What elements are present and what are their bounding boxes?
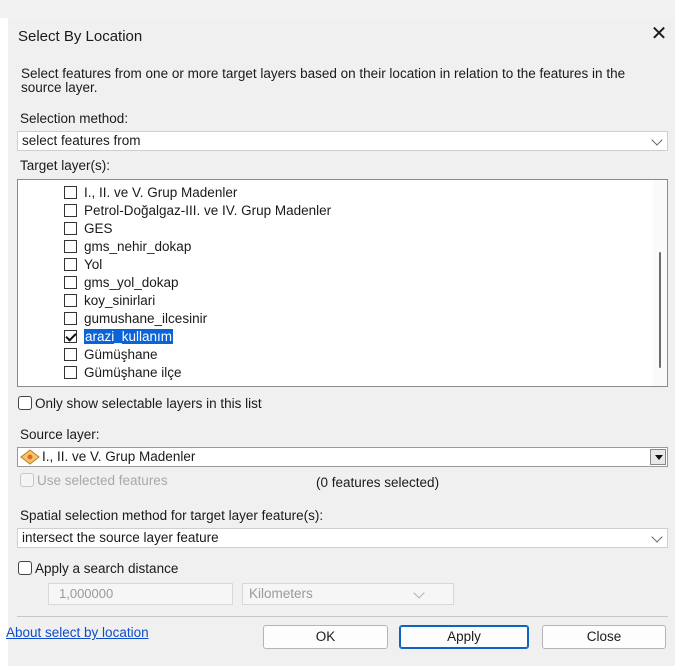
selected-count-text: (0 features selected) — [316, 475, 440, 490]
use-selected-option: Use selected features — [20, 473, 168, 488]
source-layer-value: I., II. ve V. Grup Madenler — [42, 449, 196, 464]
selection-method-value: select features from — [22, 133, 141, 148]
only-selectable-option[interactable]: Only show selectable layers in this list — [18, 396, 262, 411]
distance-unit-value: Kilometers — [249, 586, 313, 601]
chevron-down-icon — [413, 587, 425, 599]
selection-method-dropdown[interactable]: select features from — [17, 131, 668, 151]
dropdown-arrow-icon[interactable] — [650, 449, 666, 465]
layer-name: koy_sinirlari — [84, 293, 156, 308]
layer-name: arazi_kullanım — [82, 328, 175, 345]
checkbox[interactable] — [64, 240, 77, 253]
list-item[interactable]: gms_yol_dokap — [64, 274, 179, 292]
checkbox[interactable] — [64, 294, 77, 307]
ok-button[interactable]: OK — [263, 625, 388, 649]
only-selectable-label: Only show selectable layers in this list — [35, 396, 262, 411]
list-item[interactable]: gumushane_ilcesinir — [64, 310, 207, 328]
about-link[interactable]: About select by location — [6, 625, 149, 640]
search-distance-input[interactable]: 1,000000 — [48, 583, 233, 605]
checkbox[interactable] — [64, 348, 77, 361]
layer-name: I., II. ve V. Grup Madenler — [84, 185, 238, 200]
spatial-method-value: intersect the source layer feature — [22, 530, 219, 545]
list-item[interactable]: koy_sinirlari — [64, 292, 155, 310]
layer-name: Petrol-Doğalgaz-III. ve IV. Grup Madenle… — [84, 203, 332, 218]
only-selectable-checkbox[interactable] — [18, 396, 32, 410]
list-item[interactable]: Gümüşhane ilçe — [64, 364, 182, 382]
layer-name: Gümüşhane ilçe — [84, 365, 182, 380]
list-item[interactable]: Yol — [64, 256, 102, 274]
dialog-description: Select features from one or more target … — [21, 66, 626, 95]
layer-name: gms_nehir_dokap — [84, 239, 192, 254]
checkbox[interactable] — [64, 312, 77, 325]
search-distance-checkbox[interactable] — [18, 561, 32, 575]
source-layer-label: Source layer: — [20, 427, 100, 442]
distance-unit-dropdown[interactable]: Kilometers — [242, 583, 454, 605]
window-top-strip — [0, 0, 675, 18]
checkbox[interactable] — [64, 276, 77, 289]
checkbox[interactable] — [64, 204, 77, 217]
select-by-location-dialog: Select By Location ✕ Select features fro… — [6, 18, 675, 666]
layer-name: Gümüşhane — [84, 347, 158, 362]
close-button[interactable]: Close — [542, 625, 666, 649]
checkbox[interactable] — [64, 258, 77, 271]
list-scrollbar[interactable] — [653, 180, 667, 386]
layer-name: gms_yol_dokap — [84, 275, 179, 290]
footer-separator — [17, 616, 668, 617]
chevron-down-icon — [651, 531, 663, 543]
list-item[interactable]: GES — [64, 220, 113, 238]
list-item[interactable]: Petrol-Doğalgaz-III. ve IV. Grup Madenle… — [64, 202, 331, 220]
selection-method-label: Selection method: — [20, 111, 129, 126]
dialog-title: Select By Location — [18, 28, 143, 45]
checkbox[interactable] — [64, 222, 77, 235]
checkbox-checked[interactable] — [64, 330, 77, 343]
chevron-down-icon — [651, 134, 663, 146]
source-layer-dropdown[interactable]: I., II. ve V. Grup Madenler — [17, 447, 668, 467]
target-layers-label: Target layer(s): — [20, 158, 111, 173]
checkbox[interactable] — [64, 186, 77, 199]
list-item[interactable]: gms_nehir_dokap — [64, 238, 191, 256]
use-selected-label: Use selected features — [37, 473, 168, 488]
search-distance-option[interactable]: Apply a search distance — [18, 561, 178, 576]
layer-name: Yol — [84, 257, 103, 272]
target-layers-list[interactable]: I., II. ve V. Grup Madenler Petrol-Doğal… — [17, 179, 668, 387]
scrollbar-thumb[interactable] — [659, 252, 661, 368]
polygon-layer-icon — [20, 449, 40, 465]
list-item-selected[interactable]: arazi_kullanım — [64, 328, 175, 346]
checkbox[interactable] — [64, 366, 77, 379]
close-icon[interactable]: ✕ — [648, 24, 670, 46]
layer-name: GES — [84, 221, 113, 236]
list-item[interactable]: Gümüşhane — [64, 346, 158, 364]
spatial-method-dropdown[interactable]: intersect the source layer feature — [17, 528, 668, 548]
use-selected-checkbox — [20, 473, 34, 487]
search-distance-label: Apply a search distance — [35, 561, 179, 576]
list-item[interactable]: I., II. ve V. Grup Madenler — [64, 184, 237, 202]
layer-name: gumushane_ilcesinir — [84, 311, 208, 326]
spatial-method-label: Spatial selection method for target laye… — [20, 508, 324, 523]
apply-button[interactable]: Apply — [399, 625, 529, 649]
